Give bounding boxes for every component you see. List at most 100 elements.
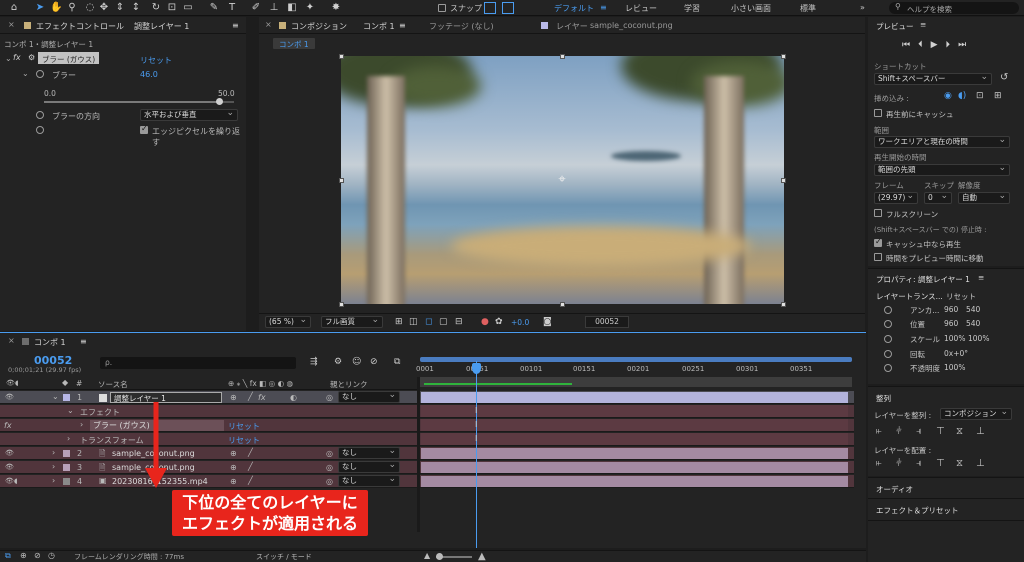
blur-value[interactable]: 46.0 <box>140 70 158 79</box>
zoom-tool-icon[interactable]: ⚲ <box>66 2 78 14</box>
move-tool-icon[interactable]: ✥ <box>98 2 110 14</box>
workspace-review[interactable]: レビュー <box>625 3 657 14</box>
transform-handle[interactable] <box>339 302 344 307</box>
transform-handle[interactable] <box>781 178 786 183</box>
stopwatch-icon[interactable] <box>884 306 892 314</box>
zoom-dropdown[interactable]: (65 %) <box>265 315 311 328</box>
exposure-value[interactable]: +0.0 <box>511 318 529 327</box>
label-color-icon[interactable] <box>63 478 70 485</box>
layer-bar[interactable] <box>421 448 848 459</box>
graph-editor-icon[interactable]: ⧉ <box>394 357 400 367</box>
repeat-edge-checkbox[interactable] <box>140 124 148 134</box>
timeline-search[interactable]: ρ. <box>100 357 296 369</box>
roi-icon[interactable]: ▢ <box>439 317 448 327</box>
last-frame-icon[interactable]: ⏭ <box>958 40 966 50</box>
snapshot-icon[interactable]: ◙ <box>543 317 552 327</box>
distribute-hcenter-icon[interactable]: ⧖ <box>956 459 966 469</box>
chevron-right-icon[interactable]: › <box>52 476 55 485</box>
transform-reset[interactable]: リセット <box>946 291 976 302</box>
rotate-tool-icon[interactable]: ↻ <box>150 2 162 14</box>
visibility-eye-icon[interactable]: 👁 <box>5 393 14 401</box>
draft-3d-icon[interactable]: ⚙ <box>334 357 342 367</box>
text-tool-icon[interactable]: T <box>226 2 238 14</box>
visibility-audio-icon[interactable]: 👁◖ <box>5 477 18 485</box>
anchor-y[interactable]: 540 <box>966 305 980 314</box>
time-ruler[interactable]: 0001 00051 00101 00151 00201 00251 00301… <box>416 357 852 389</box>
current-time-field[interactable]: 00052 <box>585 316 629 328</box>
timeline-menu-icon[interactable]: ≡ <box>80 337 87 346</box>
timeline-zoom-slider[interactable] <box>436 553 472 560</box>
dolly-tool-icon[interactable]: ⇕ <box>114 2 126 14</box>
orbit-tool-icon[interactable]: ◌ <box>84 2 96 14</box>
shy-switch-icon[interactable]: ⊕ <box>230 393 237 402</box>
shortcut-dropdown[interactable]: Shift+スペースバー <box>874 72 992 85</box>
workspace-small-screen[interactable]: 小さい画面 <box>731 3 771 14</box>
snap-grid-icon[interactable] <box>502 2 514 14</box>
snap-checkbox[interactable] <box>438 4 446 12</box>
layer-row-3[interactable]: 👁 › 3 🗎 sample_coconut.png ⊕ ╱ ◎ なし <box>0 460 854 474</box>
home-icon[interactable]: ⌂ <box>8 2 20 14</box>
pickwhip-icon[interactable]: ◎ <box>326 393 333 402</box>
align-top-icon[interactable]: ⊤ <box>936 427 946 437</box>
pickwhip-icon[interactable]: ◎ <box>326 449 333 458</box>
effect-reset-link[interactable]: リセット <box>140 55 172 66</box>
layer-controls-icon[interactable]: ⊞ <box>994 91 1002 101</box>
transform-handle[interactable] <box>781 54 786 59</box>
layer-tab-name[interactable]: sample_coconut.png <box>590 21 673 30</box>
anchor-x[interactable]: 960 <box>944 305 958 314</box>
work-area-bar[interactable] <box>420 357 852 362</box>
scale-x[interactable]: 100% <box>944 334 965 343</box>
distribute-left-icon[interactable]: ⊤ <box>936 459 946 469</box>
shy-switch-icon[interactable]: ⊕ <box>230 477 237 486</box>
chevron-down-icon[interactable]: ⌄ <box>22 69 29 78</box>
modes-toggle-icon[interactable]: ⊘ <box>34 551 41 560</box>
color-icon[interactable]: ● <box>481 317 489 327</box>
audio-toggle-icon[interactable]: ◖) <box>958 91 966 101</box>
panel-menu-icon[interactable]: ≡ <box>232 21 239 30</box>
overlay-toggle-icon[interactable]: ⊡ <box>976 91 984 101</box>
anchor-tool-icon[interactable]: ⊡ <box>166 2 178 14</box>
align-hcenter-icon[interactable]: ⫩ <box>896 427 906 437</box>
distribute-bottom-icon[interactable]: ⫣ <box>916 459 926 469</box>
video-toggle-icon[interactable]: ◉ <box>944 91 952 101</box>
roto-tool-icon[interactable]: ✦ <box>304 2 316 14</box>
selection-tool-icon[interactable]: ➤ <box>34 2 46 14</box>
stop-move-checkbox[interactable] <box>874 253 882 261</box>
parent-dropdown[interactable]: なし <box>338 390 400 403</box>
footage-tab[interactable]: フッテージ (なし) <box>429 21 494 32</box>
play-icon[interactable]: ▶ <box>931 40 938 50</box>
prev-frame-icon[interactable]: ⏴ <box>918 40 923 50</box>
stopwatch-icon[interactable] <box>884 335 892 343</box>
workspace-learn[interactable]: 学習 <box>684 3 700 14</box>
chevron-right-icon[interactable]: › <box>80 420 83 429</box>
render-toggle-icon[interactable]: ⧉ <box>5 551 11 561</box>
align-to-dropdown[interactable]: コンポジション <box>940 407 1012 420</box>
playhead-handle[interactable] <box>472 363 481 374</box>
zoom-in-icon[interactable]: ▲ <box>478 551 486 562</box>
stopwatch-icon[interactable] <box>884 364 892 372</box>
blur-slider-track[interactable] <box>44 98 234 105</box>
timeline-tab[interactable]: コンポ 1 <box>34 337 66 348</box>
layer-bar[interactable] <box>421 392 848 403</box>
panel-menu-icon[interactable]: ≡ <box>399 21 406 30</box>
resolution-dropdown[interactable]: 自動 <box>958 191 1010 204</box>
first-frame-icon[interactable]: ⏮ <box>902 40 910 50</box>
transform-handle[interactable] <box>339 178 344 183</box>
quality-switch-icon[interactable]: ╱ <box>248 476 253 485</box>
next-frame-icon[interactable]: ⏵ <box>946 40 951 50</box>
chevron-right-icon[interactable]: › <box>67 434 70 443</box>
shy-switch-icon[interactable]: ⊕ <box>230 449 237 458</box>
position-x[interactable]: 960 <box>944 319 958 328</box>
workspace-standard[interactable]: 標準 <box>800 3 816 14</box>
align-left-icon[interactable]: ⫦ <box>876 427 886 437</box>
pen-tool-icon[interactable]: ✎ <box>208 2 220 14</box>
chevron-right-icon[interactable]: › <box>52 462 55 471</box>
stopwatch-icon[interactable] <box>884 350 892 358</box>
pickwhip-icon[interactable]: ◎ <box>326 463 333 472</box>
comp-mini-flowchart-icon[interactable]: ⇶ <box>310 357 318 367</box>
eraser-tool-icon[interactable]: ◧ <box>286 2 298 14</box>
workspace-more[interactable]: » <box>860 3 865 12</box>
transform-handle[interactable] <box>339 54 344 59</box>
switch-mode-toggle[interactable]: スイッチ / モード <box>256 552 312 562</box>
channel-icon[interactable]: ◫ <box>409 317 418 327</box>
